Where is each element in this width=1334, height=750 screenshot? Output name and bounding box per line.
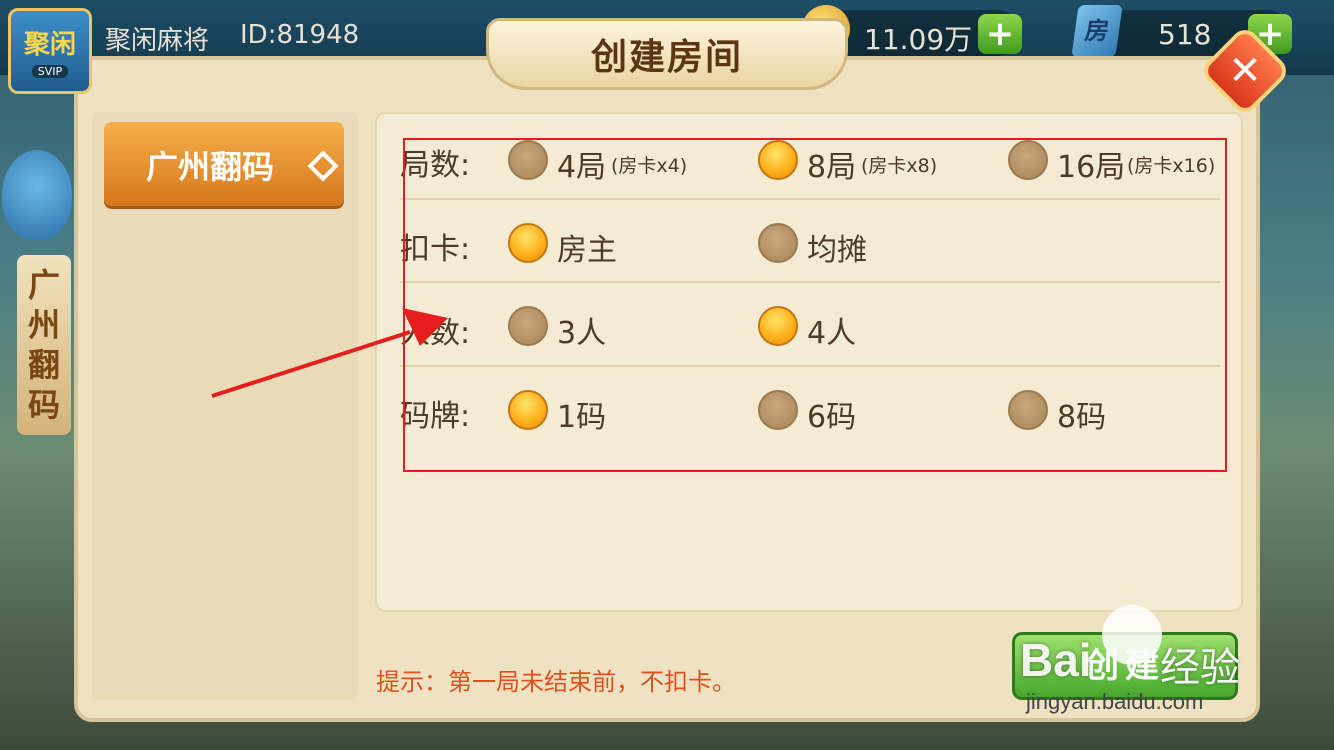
watermark-url: jingyan.baidu.com <box>1026 689 1204 714</box>
watermark-name: 经验 <box>1160 645 1240 691</box>
watermark-logo: Bai <box>1020 634 1092 686</box>
baidu-watermark: Bai 经验 jingyan.baidu.com <box>1020 605 1334 725</box>
paw-icon <box>1102 605 1162 665</box>
